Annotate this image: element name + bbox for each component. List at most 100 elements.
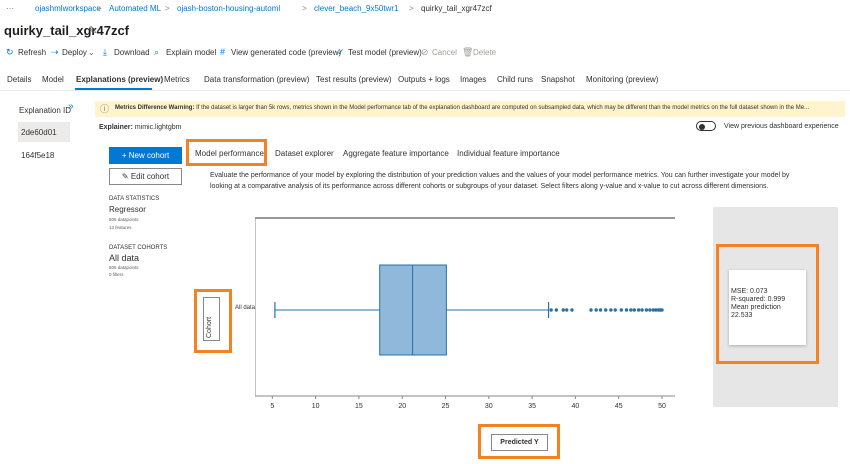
- tab-snapshot[interactable]: Snapshot: [541, 75, 575, 84]
- y-category-label: All data: [235, 305, 256, 311]
- subtab-model-performance[interactable]: Model performance: [195, 149, 264, 158]
- tab-images[interactable]: Images: [460, 75, 486, 84]
- mse-value: MSE: 0.073: [731, 288, 768, 295]
- outlier-point: [609, 308, 613, 312]
- x-axis-button[interactable]: Predicted Y: [491, 434, 548, 451]
- plus-icon: +: [121, 151, 127, 160]
- tab-monitoring[interactable]: Monitoring (preview): [586, 75, 658, 84]
- model-type: Regressor: [109, 205, 146, 214]
- breadcrumb-separator: >: [302, 4, 307, 13]
- breadcrumb-separator: >: [409, 4, 414, 13]
- test-model-button[interactable]: Test model (preview): [348, 48, 422, 57]
- tab-metrics[interactable]: Metrics: [164, 75, 190, 84]
- subtab-dataset-explorer[interactable]: Dataset explorer: [275, 149, 334, 158]
- tab-explanations[interactable]: Explanations (preview): [76, 75, 163, 84]
- warning-title: Metrics Difference Warning:: [115, 105, 195, 111]
- dataset-cohorts-heading: DATASET COHORTS: [109, 245, 168, 251]
- breadcrumb-item-experiment[interactable]: ojash-boston-housing-automl: [177, 4, 280, 13]
- warning-text: If the dataset is larger than 5k rows, m…: [196, 105, 810, 111]
- breadcrumb-item-current: quirky_tail_xgr47zcf: [421, 4, 492, 13]
- outlier-point: [624, 308, 629, 312]
- cohort-name[interactable]: All data: [109, 253, 139, 263]
- breadcrumb-item-automl[interactable]: Automated ML: [109, 4, 161, 13]
- outlier-point: [613, 308, 617, 312]
- features-count: 13 features: [109, 225, 132, 230]
- deploy-button[interactable]: Deploy: [62, 48, 87, 57]
- deploy-icon: ⇢: [51, 47, 59, 57]
- x-tick-label: 5: [270, 403, 274, 410]
- breadcrumb: ··· ojashmlworkspace > Automated ML > oj…: [0, 0, 850, 16]
- breadcrumb-item-parent-run[interactable]: clever_beach_9x50twr1: [314, 4, 399, 13]
- tab-details[interactable]: Details: [7, 75, 31, 84]
- cohort-axis-button[interactable]: Cohort: [203, 297, 220, 341]
- breadcrumb-separator: >: [97, 4, 102, 13]
- info-icon: ⓘ: [100, 104, 110, 114]
- outlier-point: [594, 308, 598, 312]
- outlier-point: [549, 308, 553, 312]
- subtab-aggregate-feature-importance[interactable]: Aggregate feature importance: [343, 149, 449, 158]
- tab-test-results[interactable]: Test results (preview): [316, 75, 392, 84]
- warning-banner: Metrics Difference Warning: If the datas…: [95, 101, 845, 117]
- tab-outputs-logs[interactable]: Outputs + logs: [398, 75, 450, 84]
- outlier-point: [632, 308, 636, 312]
- explanation-id-item[interactable]: 2de60d01: [18, 122, 70, 142]
- cancel-icon: ⊘: [421, 47, 429, 57]
- data-statistics-heading: DATA STATISTICS: [109, 196, 160, 202]
- page-title: quirky_tail_xgr47zcf: [4, 23, 130, 38]
- x-tick-label: 35: [528, 403, 536, 410]
- mean-prediction-label: Mean prediction: [731, 304, 781, 311]
- new-cohort-label: New cohort: [128, 151, 170, 160]
- outlier-point: [554, 308, 559, 312]
- x-tick-label: 40: [572, 403, 580, 410]
- explainer-value: mimic.lightgbm: [134, 124, 182, 131]
- breadcrumb-ellipsis[interactable]: ···: [6, 4, 14, 13]
- download-button[interactable]: Download: [114, 48, 150, 57]
- explain-model-button[interactable]: Explain model: [166, 48, 216, 57]
- outlier-point: [604, 308, 608, 312]
- outlier-point: [636, 308, 641, 312]
- double-chevron-right-icon[interactable]: »: [68, 101, 74, 112]
- refresh-icon: ↻: [6, 47, 14, 57]
- outlier-point: [648, 308, 652, 312]
- outlier-point: [589, 308, 593, 312]
- divider: [0, 90, 850, 91]
- refresh-button[interactable]: Refresh: [18, 48, 46, 57]
- x-tick-label: 50: [658, 403, 666, 410]
- r-squared-value: R-squared: 0.999: [731, 296, 786, 303]
- explanation-id-item[interactable]: 164f5e18: [18, 145, 70, 165]
- outlier-point: [660, 308, 664, 312]
- trash-icon: 🗑: [462, 47, 474, 57]
- tab-child-runs[interactable]: Child runs: [497, 75, 533, 84]
- outlier-point: [640, 308, 644, 312]
- edit-cohort-button[interactable]: ✎ Edit cohort: [109, 168, 182, 185]
- explainer-info: Explainer: mimic.lightgbm: [99, 124, 182, 131]
- cancel-button[interactable]: Cancel: [432, 48, 457, 57]
- pencil-icon[interactable]: ✎: [88, 24, 97, 37]
- box-plot-chart: 5 10 15 20 25 30 35 40 45 50: [255, 217, 675, 410]
- subtab-individual-feature-importance[interactable]: Individual feature importance: [457, 149, 560, 158]
- explainer-label: Explainer:: [99, 124, 133, 131]
- cohort-axis-label: Cohort: [206, 316, 213, 338]
- search-icon: ⌕: [154, 47, 160, 57]
- tab-model[interactable]: Model: [42, 75, 64, 84]
- description-text: Evaluate the performance of your model b…: [210, 172, 790, 190]
- new-cohort-button[interactable]: + New cohort: [109, 147, 182, 164]
- x-tick-label: 45: [615, 403, 623, 410]
- x-tick-label: 15: [355, 403, 363, 410]
- chevron-down-icon[interactable]: ⌄: [88, 48, 95, 57]
- tab-data-transformation[interactable]: Data transformation (preview): [204, 75, 309, 84]
- delete-button[interactable]: Delete: [473, 48, 496, 57]
- breadcrumb-item-workspace[interactable]: ojashmlworkspace: [35, 4, 101, 13]
- x-tick-label: 10: [312, 403, 320, 410]
- metrics-card: MSE: 0.073 R-squared: 0.999 Mean predict…: [729, 270, 806, 345]
- mean-prediction-value: 22.533: [731, 312, 753, 319]
- cohort-datapoints: 506 datapoints: [109, 265, 139, 270]
- x-tick-label: 30: [485, 403, 493, 410]
- x-tick-label: 25: [442, 403, 450, 410]
- outlier-point: [629, 308, 633, 312]
- toggle-knob: [699, 124, 705, 130]
- view-code-button[interactable]: View generated code (preview): [231, 48, 341, 57]
- pencil-icon: ✎: [121, 172, 129, 181]
- edit-cohort-label: Edit cohort: [130, 172, 170, 181]
- toggle-label: View previous dashboard experience: [724, 123, 839, 130]
